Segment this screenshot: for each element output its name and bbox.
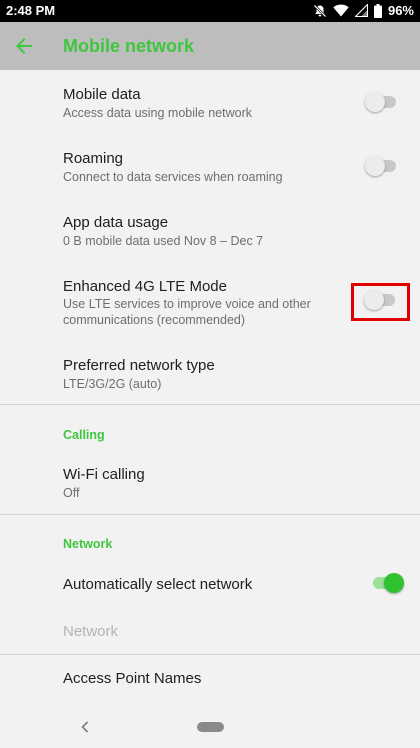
pref-network: Network (0, 608, 420, 654)
pref-title: Automatically select network (63, 576, 253, 593)
nav-home-button[interactable] (197, 722, 224, 732)
status-icons: 96% (313, 3, 414, 18)
pref-wifi-calling[interactable]: Wi-Fi calling Off (0, 452, 420, 514)
navigation-bar (0, 706, 420, 748)
pref-title: Enhanced 4G LTE Mode (63, 278, 227, 295)
app-bar: Mobile network (0, 22, 420, 70)
pref-title: Network (63, 623, 119, 640)
highlight-box (351, 283, 410, 321)
nav-back-icon[interactable] (78, 720, 92, 734)
mobile-data-toggle[interactable] (365, 92, 399, 112)
status-bar: 2:48 PM 96% (0, 0, 420, 22)
pref-summary: LTE/3G/2G (auto) (63, 377, 162, 391)
pref-mobile-data[interactable]: Mobile data Access data using mobile net… (0, 70, 420, 136)
pref-summary: Connect to data services when roaming (63, 170, 283, 184)
pref-roaming[interactable]: Roaming Connect to data services when ro… (0, 136, 420, 200)
cell-signal-icon (354, 4, 368, 17)
auto-select-network-toggle[interactable] (370, 573, 404, 593)
pref-title: Wi-Fi calling (63, 466, 145, 483)
pref-summary: Use LTE services to improve voice and ot… (63, 297, 311, 327)
pref-title: Access Point Names (63, 670, 202, 687)
pref-title: Preferred network type (63, 357, 215, 374)
pref-access-point-names[interactable]: Access Point Names (0, 655, 420, 705)
category-network: Network (63, 537, 113, 551)
pref-summary: Off (63, 486, 80, 500)
pref-summary: Access data using mobile network (63, 106, 252, 120)
pref-title: App data usage (63, 214, 169, 231)
page-title: Mobile network (63, 36, 195, 56)
battery-percentage: 96% (387, 3, 414, 18)
back-arrow-icon[interactable] (12, 34, 36, 58)
divider (0, 404, 420, 405)
pref-auto-select-network[interactable]: Automatically select network (0, 560, 420, 608)
pref-app-data-usage[interactable]: App data usage 0 B mobile data used Nov … (0, 200, 420, 264)
pref-title: Mobile data (63, 86, 141, 103)
pref-preferred-network-type[interactable]: Preferred network type LTE/3G/2G (auto) (0, 342, 420, 404)
divider (0, 514, 420, 515)
notifications-off-icon (313, 4, 327, 18)
pref-title: Roaming (63, 150, 124, 167)
pref-summary: 0 B mobile data used Nov 8 – Dec 7 (63, 234, 264, 248)
wifi-icon (333, 4, 349, 17)
status-time: 2:48 PM (6, 3, 56, 18)
roaming-toggle[interactable] (365, 156, 399, 176)
category-calling: Calling (63, 428, 105, 442)
battery-icon (373, 3, 382, 18)
